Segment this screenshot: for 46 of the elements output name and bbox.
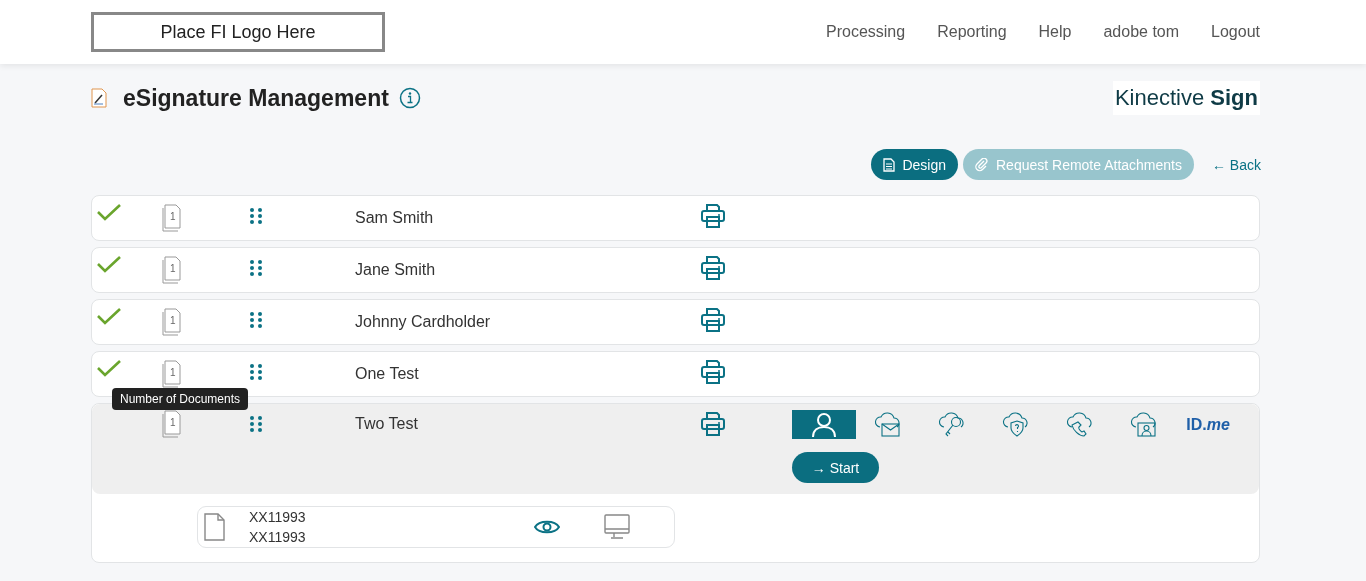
document-icon	[204, 513, 226, 541]
signer-name: Two Test	[355, 415, 418, 433]
nav-link[interactable]: Help	[1038, 23, 1072, 41]
nav-link[interactable]: Processing	[826, 23, 906, 41]
idme-option[interactable]: ID.me	[1176, 410, 1240, 439]
signer-name: Jane Smith	[355, 261, 436, 278]
drag-handle-icon[interactable]	[249, 311, 263, 329]
brand-logo: Kinective Sign	[1112, 81, 1260, 115]
nav-link[interactable]: Reporting	[937, 23, 1007, 41]
printer-icon[interactable]	[700, 255, 726, 281]
drag-handle-icon[interactable]	[249, 415, 263, 433]
signer-row[interactable]: 1 Sam Smith	[91, 195, 1260, 241]
signer-row[interactable]: 1 Jane Smith	[91, 247, 1260, 293]
signer-name: One Test	[355, 365, 419, 382]
cloud-phone-icon	[1065, 410, 1095, 439]
eye-icon[interactable]	[534, 519, 560, 535]
document-id: XX11993	[249, 528, 307, 547]
cloud-key-icon	[937, 410, 967, 439]
printer-icon[interactable]	[700, 359, 726, 385]
signer-name: Johnny Cardholder	[355, 313, 491, 330]
document-icon	[883, 157, 896, 172]
signed-document-icon	[91, 88, 107, 108]
start-button[interactable]: → Start	[792, 452, 879, 483]
verification-option[interactable]	[792, 410, 856, 439]
tooltip: Number of Documents	[112, 388, 249, 410]
logo-placeholder-box: Place FI Logo Here	[91, 12, 385, 52]
signer-row[interactable]: 1 Johnny Cardholder	[91, 299, 1260, 345]
cloud-shield-icon	[1001, 410, 1031, 439]
document-id: XX11993	[249, 508, 307, 527]
info-icon[interactable]	[398, 87, 421, 109]
design-button[interactable]: Design	[871, 149, 958, 180]
cloud-mail-icon	[873, 410, 903, 439]
person-icon	[811, 411, 837, 438]
paperclip-icon	[975, 157, 989, 172]
drag-handle-icon[interactable]	[249, 363, 263, 381]
page-title: eSignature Management	[123, 84, 389, 112]
drag-handle-icon[interactable]	[249, 259, 263, 277]
signer-name: Sam Smith	[355, 209, 434, 226]
printer-icon[interactable]	[700, 411, 726, 437]
printer-icon[interactable]	[700, 307, 726, 333]
printer-icon[interactable]	[700, 203, 726, 229]
nav-link[interactable]: adobe tom	[1103, 23, 1180, 41]
drag-handle-icon[interactable]	[249, 207, 263, 225]
cloud-id-icon	[1129, 410, 1159, 439]
back-link[interactable]: ← Back	[1212, 156, 1261, 173]
nav-link[interactable]: Logout	[1211, 23, 1260, 41]
